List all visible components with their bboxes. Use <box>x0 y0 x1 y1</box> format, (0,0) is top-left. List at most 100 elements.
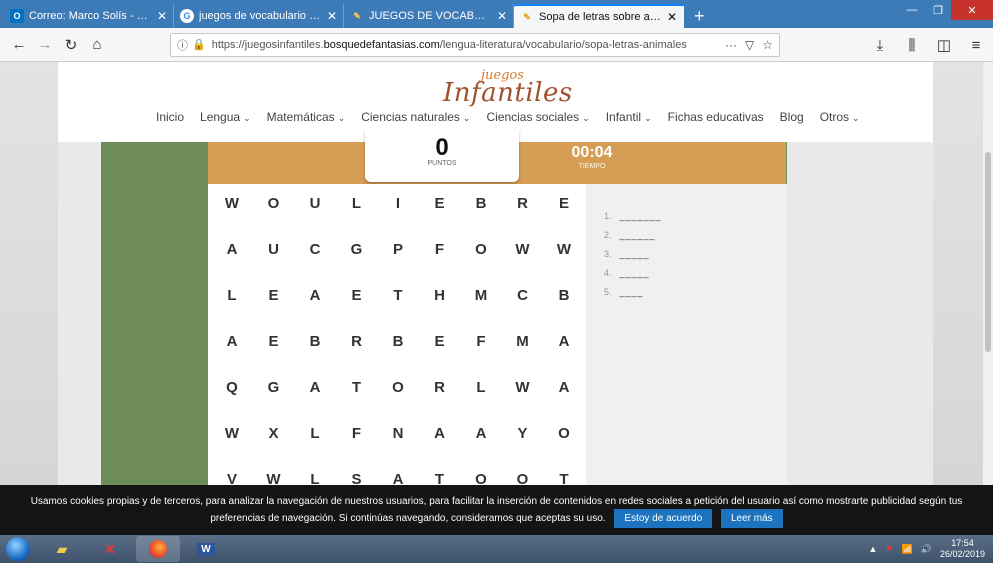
minimize-icon[interactable]: — <box>899 0 925 20</box>
grid-letter[interactable]: O <box>461 471 501 485</box>
grid-letter[interactable]: T <box>378 287 418 307</box>
scrollbar-thumb[interactable] <box>985 152 991 352</box>
grid-letter[interactable]: E <box>254 287 294 307</box>
grid-letter[interactable]: B <box>544 287 584 307</box>
grid-letter[interactable]: F <box>461 333 501 353</box>
grid-letter[interactable]: U <box>254 241 294 261</box>
grid-letter[interactable]: L <box>295 471 335 485</box>
window-close-icon[interactable]: ✕ <box>951 0 993 20</box>
download-icon[interactable]: ⤓ <box>867 32 893 58</box>
menu-item-otros[interactable]: Otros ⌄ <box>820 110 860 124</box>
taskbar-word[interactable]: W <box>184 536 228 562</box>
grid-letter[interactable]: Y <box>503 425 543 445</box>
grid-letter[interactable]: O <box>503 471 543 485</box>
grid-letter[interactable]: W <box>254 471 294 485</box>
close-icon[interactable]: ✕ <box>667 10 677 24</box>
grid-letter[interactable]: B <box>295 333 335 353</box>
grid-letter[interactable]: R <box>420 379 460 399</box>
grid-letter[interactable]: A <box>212 333 252 353</box>
grid-letter[interactable]: E <box>544 195 584 215</box>
close-icon[interactable]: ✕ <box>327 9 337 23</box>
menu-item-matematicas[interactable]: Matemáticas ⌄ <box>267 110 346 124</box>
start-button[interactable] <box>0 535 36 563</box>
restore-icon[interactable]: ❐ <box>925 0 951 20</box>
grid-letter[interactable]: A <box>212 241 252 261</box>
cookie-accept-button[interactable]: Estoy de acuerdo <box>614 509 713 528</box>
cookie-more-button[interactable]: Leer más <box>720 509 783 528</box>
taskbar-app-x[interactable]: ✕ <box>88 536 132 562</box>
url-bar[interactable]: ⓘ 🔒 https://juegosinfantiles.bosquedefan… <box>170 32 780 57</box>
info-icon[interactable]: ⓘ <box>177 37 188 53</box>
grid-letter[interactable]: G <box>337 241 377 261</box>
grid-letter[interactable]: M <box>503 333 543 353</box>
grid-letter[interactable]: B <box>378 333 418 353</box>
grid-letter[interactable]: T <box>420 471 460 485</box>
grid-letter[interactable]: A <box>544 333 584 353</box>
grid-letter[interactable]: W <box>544 241 584 261</box>
new-tab-button[interactable]: + <box>684 4 715 28</box>
more-icon[interactable]: ··· <box>725 38 737 52</box>
grid-letter[interactable]: R <box>337 333 377 353</box>
grid-letter[interactable]: L <box>295 425 335 445</box>
grid-letter[interactable]: E <box>254 333 294 353</box>
page-scrollbar[interactable] <box>983 62 993 485</box>
grid-letter[interactable]: E <box>420 333 460 353</box>
grid-letter[interactable]: L <box>461 379 501 399</box>
close-icon[interactable]: ✕ <box>157 9 167 23</box>
grid-letter[interactable]: X <box>254 425 294 445</box>
grid-letter[interactable]: U <box>295 195 335 215</box>
menu-item-ciencias-sociales[interactable]: Ciencias sociales ⌄ <box>486 110 589 124</box>
tray-arrow-icon[interactable]: ▲ <box>869 544 878 554</box>
site-logo[interactable]: juegos Infantiles <box>443 68 572 108</box>
tab-sopa-letras[interactable]: ✎ Sopa de letras sobre animales ✕ <box>514 4 684 28</box>
menu-item-lengua[interactable]: Lengua ⌄ <box>200 110 251 124</box>
taskbar-firefox[interactable] <box>136 536 180 562</box>
taskbar-explorer[interactable]: ▰ <box>40 536 84 562</box>
grid-letter[interactable]: F <box>337 425 377 445</box>
menu-item-fichas-educativas[interactable]: Fichas educativas <box>668 110 764 124</box>
menu-item-infantil[interactable]: Infantil ⌄ <box>606 110 652 124</box>
network-icon[interactable]: 📶 <box>902 544 913 555</box>
grid-letter[interactable]: O <box>254 195 294 215</box>
grid-letter[interactable]: V <box>212 471 252 485</box>
menu-item-inicio[interactable]: Inicio <box>156 110 184 124</box>
menu-item-ciencias-naturales[interactable]: Ciencias naturales ⌄ <box>361 110 470 124</box>
grid-letter[interactable]: L <box>212 287 252 307</box>
grid-letter[interactable]: A <box>461 425 501 445</box>
grid-letter[interactable]: M <box>461 287 501 307</box>
grid-letter[interactable]: S <box>337 471 377 485</box>
tab-google[interactable]: G juegos de vocabulario - Buscar ✕ <box>174 4 344 28</box>
bookmark-star-icon[interactable]: ☆ <box>762 38 773 52</box>
grid-letter[interactable]: A <box>544 379 584 399</box>
hamburger-menu-icon[interactable]: ≡ <box>963 32 989 58</box>
grid-letter[interactable]: E <box>337 287 377 307</box>
volume-icon[interactable]: 🔊 <box>921 544 932 555</box>
grid-letter[interactable]: A <box>295 287 335 307</box>
grid-letter[interactable]: W <box>503 241 543 261</box>
grid-letter[interactable]: O <box>461 241 501 261</box>
grid-letter[interactable]: R <box>503 195 543 215</box>
back-icon[interactable]: ← <box>6 32 32 58</box>
tab-juegos-vocabulario[interactable]: ✎ JUEGOS DE VOCABULARIO PAR ✕ <box>344 4 514 28</box>
grid-letter[interactable]: T <box>544 471 584 485</box>
pocket-icon[interactable]: ▽ <box>745 38 754 52</box>
grid-letter[interactable]: O <box>544 425 584 445</box>
grid-letter[interactable]: H <box>420 287 460 307</box>
grid-letter[interactable]: F <box>420 241 460 261</box>
grid-letter[interactable]: A <box>378 471 418 485</box>
grid-letter[interactable]: C <box>503 287 543 307</box>
grid-letter[interactable]: G <box>254 379 294 399</box>
grid-letter[interactable]: B <box>461 195 501 215</box>
grid-letter[interactable]: Q <box>212 379 252 399</box>
home-icon[interactable]: ⌂ <box>84 32 110 58</box>
menu-item-blog[interactable]: Blog <box>780 110 804 124</box>
clock[interactable]: 17:54 26/02/2019 <box>940 538 985 560</box>
grid-letter[interactable]: T <box>337 379 377 399</box>
grid-letter[interactable]: L <box>337 195 377 215</box>
forward-icon[interactable]: → <box>32 32 58 58</box>
reload-icon[interactable]: ↻ <box>58 32 84 58</box>
grid-letter[interactable]: W <box>212 425 252 445</box>
grid-letter[interactable]: P <box>378 241 418 261</box>
grid-letter[interactable]: O <box>378 379 418 399</box>
grid-letter[interactable]: W <box>212 195 252 215</box>
